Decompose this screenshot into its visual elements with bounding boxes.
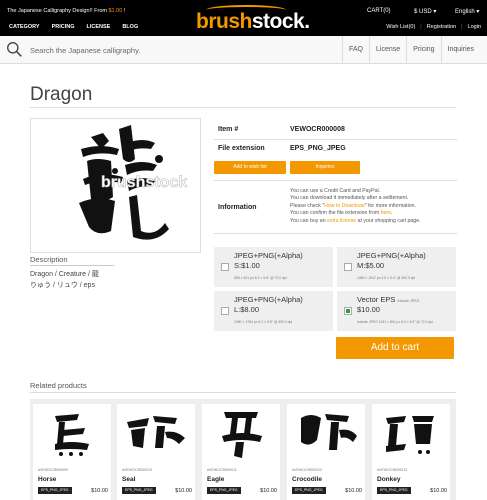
file-extension-link[interactable]: here (381, 210, 391, 216)
inquiries-button[interactable]: Inquiries (290, 161, 360, 174)
search-icon[interactable] (6, 41, 23, 58)
add-to-cart-button[interactable]: Add to cart (336, 337, 454, 359)
ext-value: EPS_PNG_JPEG (290, 145, 346, 152)
logo-arc (206, 5, 286, 15)
donkey-calligraphy-image (386, 416, 434, 454)
related-product-card[interactable]: #VEWOCR000013 Donkey EPS_PNG_JPEG $10.00 (372, 404, 450, 500)
login-link[interactable]: Login (468, 24, 481, 30)
dragon-calligraphy-image: brushstock (79, 125, 188, 240)
secondary-nav: FAQ License Pricing Inquiries (342, 36, 480, 64)
wishlist-link[interactable]: Wish List(0) (386, 24, 415, 30)
seal-calligraphy-image (127, 416, 185, 448)
pricing-link[interactable]: Pricing (406, 36, 440, 64)
divider (214, 233, 457, 234)
watermark: brushstock (101, 174, 187, 191)
crocodile-calligraphy-image (301, 414, 357, 450)
option-m[interactable]: JPEG+PNG(+Alpha) M:$5.00 1460 × 1047 px … (337, 247, 456, 287)
description-tags: Dragon / Creature / 龍 (30, 271, 99, 278)
top-bar: The Japanese Calligraphy Design!! From $… (0, 0, 487, 36)
brushstock-logo[interactable]: brushstock. (196, 5, 310, 34)
information-label: Information (218, 204, 257, 211)
divider (30, 107, 456, 108)
related-product-card[interactable]: #VEWOCR000010 Seal EPS_PNG_JPEG $10.00 (117, 404, 195, 500)
related-products-label: Related products (30, 381, 87, 390)
option-checkbox[interactable] (221, 263, 229, 271)
information-text: You can use a Credit Card and PayPal. Yo… (290, 188, 421, 224)
search-bar: FAQ License Pricing Inquiries (0, 36, 487, 64)
related-product-card[interactable]: #VEWOCR000009 Horse EPS_PNG_JPEG $10.00 (33, 404, 111, 500)
option-vector-eps[interactable]: Vector EPS Include JPEG $10.00 Include J… (337, 291, 456, 331)
search-input[interactable] (30, 42, 330, 58)
extra-license-link[interactable]: extra license (327, 218, 356, 224)
description-label: Description (30, 255, 68, 264)
nav-pricing[interactable]: PRICING (52, 24, 75, 30)
how-to-download-link[interactable]: How to Download (324, 203, 365, 209)
related-product-card[interactable]: #VEWOCR000011 Eagle EPS_PNG_JPEG $10.00 (202, 404, 280, 500)
page-title: Dragon (30, 84, 93, 105)
option-s[interactable]: JPEG+PNG(+Alpha) S:$1.00 595 × 421 px 8.… (214, 247, 333, 287)
divider (30, 392, 456, 393)
add-to-wishlist-button[interactable]: Add to wish list (214, 161, 286, 174)
divider (214, 139, 457, 140)
account-links: Wish List(0) | Registration | Login (386, 24, 481, 30)
item-value: VEWOCR000008 (290, 126, 345, 133)
promo-text: The Japanese Calligraphy Design!! From $… (7, 8, 126, 14)
product-image: brushstock (30, 118, 201, 253)
divider (214, 180, 457, 181)
option-checkbox[interactable] (344, 263, 352, 271)
currency-select[interactable]: $ USD ▾ (414, 8, 436, 15)
language-select[interactable]: English ▾ (455, 8, 479, 15)
divider (30, 265, 114, 266)
option-l[interactable]: JPEG+PNG(+Alpha) L:$8.00 2480 × 1754 px … (214, 291, 333, 331)
main-nav: CATEGORY PRICING LICENSE BLOG (9, 24, 138, 30)
nav-license[interactable]: LICENSE (86, 24, 110, 30)
registration-link[interactable]: Registration (427, 24, 456, 30)
faq-link[interactable]: FAQ (342, 36, 369, 64)
license-link[interactable]: License (369, 36, 406, 64)
description-readings: りゅう / リュウ / eps (30, 282, 95, 289)
item-label: Item # (218, 126, 239, 133)
option-checkbox[interactable] (221, 307, 229, 315)
ext-label: File extension (218, 145, 265, 152)
eagle-calligraphy-image (222, 412, 262, 458)
horse-calligraphy-image (55, 414, 89, 456)
nav-category[interactable]: CATEGORY (9, 24, 40, 30)
related-product-card[interactable]: #VEWOCR000012 Crocodile EPS_PNG_JPEG $10… (287, 404, 365, 500)
cart-link[interactable]: CART(0) (367, 8, 391, 14)
inquiries-link[interactable]: Inquiries (440, 36, 480, 64)
nav-blog[interactable]: BLOG (122, 24, 138, 30)
option-checkbox-checked[interactable] (344, 307, 352, 315)
